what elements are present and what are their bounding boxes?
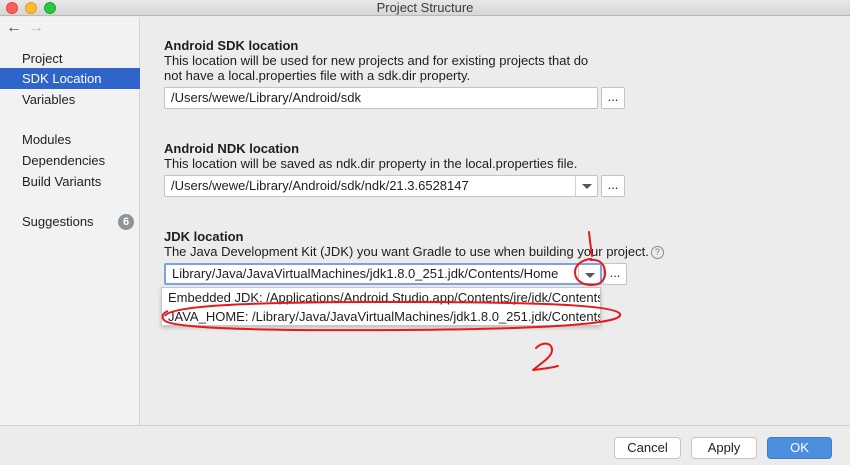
jdk-description: The Java Development Kit (JDK) you want … (164, 244, 649, 259)
sidebar-item-variables[interactable]: Variables (0, 89, 140, 110)
arrow-right-icon[interactable]: → (28, 20, 44, 36)
ndk-heading: Android NDK location (164, 141, 300, 156)
navigation-row: ← → (0, 17, 140, 41)
sidebar: ← → Project SDK Location Variables Modul… (0, 17, 140, 425)
sdk-path-field[interactable]: /Users/wewe/Library/Android/sdk (164, 87, 598, 109)
arrow-left-icon[interactable]: ← (6, 20, 22, 36)
sidebar-item-build-variants[interactable]: Build Variants (0, 171, 140, 192)
sidebar-item-label: Suggestions (22, 214, 94, 229)
suggestions-count-badge: 6 (118, 214, 134, 230)
sdk-description-line-1: This location will be used for new proje… (164, 53, 589, 68)
cancel-button[interactable]: Cancel (614, 437, 681, 459)
chevron-down-icon (585, 273, 595, 278)
chevron-down-icon (582, 184, 592, 189)
ndk-path-value: /Users/wewe/Library/Android/sdk/ndk/21.3… (171, 178, 469, 193)
jdk-browse-button[interactable]: ... (603, 263, 627, 285)
sdk-browse-button[interactable]: ... (601, 87, 625, 109)
sidebar-item-dependencies[interactable]: Dependencies (0, 150, 140, 171)
project-structure-window: Project Structure ← → Project SDK Locati… (0, 0, 850, 465)
ndk-description: This location will be saved as ndk.dir p… (164, 156, 578, 171)
ndk-browse-button[interactable]: ... (601, 175, 625, 197)
jdk-path-combo[interactable]: Library/Java/JavaVirtualMachines/jdk1.8.… (164, 263, 602, 285)
sdk-heading: Android SDK location (164, 38, 299, 53)
jdk-option-embedded[interactable]: Embedded JDK: /Applications/Android Stud… (162, 288, 600, 307)
ndk-path-combo[interactable]: /Users/wewe/Library/Android/sdk/ndk/21.3… (164, 175, 598, 197)
jdk-options-popup: Embedded JDK: /Applications/Android Stud… (161, 287, 601, 326)
ndk-dropdown-button[interactable] (575, 176, 597, 196)
title-bar: Project Structure (0, 0, 850, 16)
apply-button[interactable]: Apply (691, 437, 757, 459)
jdk-dropdown-button[interactable] (578, 265, 600, 283)
jdk-heading: JDK location (164, 229, 244, 244)
jdk-description-row: The Java Development Kit (JDK) you want … (164, 244, 664, 260)
jdk-option-java-home[interactable]: JAVA_HOME: /Library/Java/JavaVirtualMach… (162, 307, 600, 326)
sidebar-item-suggestions[interactable]: Suggestions 6 (0, 211, 140, 232)
ok-button[interactable]: OK (767, 437, 832, 459)
sidebar-item-sdk-location[interactable]: SDK Location (0, 68, 140, 89)
sidebar-item-project[interactable]: Project (0, 48, 140, 69)
sidebar-item-modules[interactable]: Modules (0, 129, 140, 150)
help-icon[interactable]: ? (650, 246, 664, 259)
window-title: Project Structure (376, 0, 474, 15)
sdk-location-panel: Android SDK location This location will … (141, 17, 850, 425)
sdk-description-line-2: not have a local.properties file with a … (164, 68, 471, 83)
jdk-path-value: Library/Java/JavaVirtualMachines/jdk1.8.… (172, 266, 559, 281)
dialog-footer: Cancel Apply OK (0, 425, 850, 465)
